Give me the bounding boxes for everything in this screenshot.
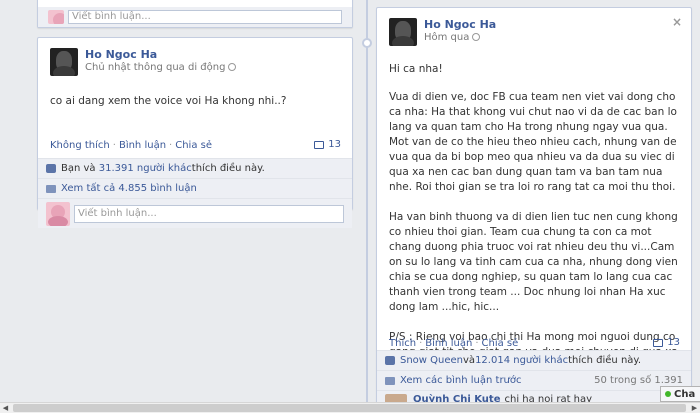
post-meta: Chủ nhật thông qua di động [85, 61, 237, 75]
comment-link[interactable]: Bình luận [425, 338, 472, 349]
view-previous-link[interactable]: Xem các bình luận trước [400, 375, 522, 386]
share-link[interactable]: Chia sẻ [175, 140, 212, 151]
user-avatar [48, 10, 64, 24]
post-paragraph: Ha van binh thuong va di dien lien tuc n… [389, 211, 678, 313]
post-actions: Không thích · Bình luận · Chia sẻ 13 [50, 139, 341, 151]
chat-sidebar-tab[interactable]: Cha [660, 386, 700, 402]
author-avatar[interactable] [389, 18, 417, 46]
globe-icon [228, 63, 237, 71]
scroll-left-icon[interactable]: ◀ [0, 403, 11, 413]
likes-summary: Bạn và 31.391 người khác thích điều này. [38, 158, 352, 178]
comment-composer: Viết bình luận... [38, 198, 352, 228]
likers-link[interactable]: 12.014 người khác [475, 355, 568, 366]
online-status-icon [665, 391, 671, 397]
likers-link[interactable]: 31.391 người khác [99, 163, 192, 174]
view-all-comments[interactable]: Xem tất cả 4.855 bình luận [38, 178, 352, 198]
thumbs-up-icon [46, 164, 56, 173]
author-name[interactable]: Ho Ngoc Ha [85, 48, 236, 61]
globe-icon [472, 33, 481, 41]
share-link[interactable]: Chia sẻ [482, 338, 519, 349]
author-avatar[interactable] [50, 48, 78, 76]
scroll-right-icon[interactable]: ▶ [689, 403, 700, 413]
post-text: co ai dang xem the voice voi Ha khong nh… [50, 95, 287, 107]
post-header: Ho Ngoc Ha Chủ nhật thông qua di động [38, 38, 352, 76]
likes-summary: Snow Queen và 12.014 người khác thích đi… [377, 350, 691, 370]
previous-post-card: Viết bình luận... [37, 0, 353, 28]
view-previous-comments: Xem các bình luận trước 50 trong số 1.39… [377, 370, 691, 390]
close-icon[interactable]: × [672, 15, 682, 29]
previous-post-comment-row: Viết bình luận... [38, 7, 352, 27]
unlike-link[interactable]: Không thích [50, 140, 110, 151]
comment-input[interactable]: Viết bình luận... [74, 204, 344, 223]
comment-bubble-icon [314, 140, 325, 149]
post-meta: Hôm qua [424, 31, 496, 45]
horizontal-scrollbar[interactable]: ◀ ▶ [0, 402, 700, 413]
timeline-spine [366, 0, 368, 413]
comments-icon [385, 376, 395, 385]
liker-name-link[interactable]: Snow Queen [400, 355, 463, 366]
comment-bubble-icon [653, 338, 664, 347]
author-name[interactable]: Ho Ngoc Ha [424, 18, 496, 31]
like-link[interactable]: Thích [389, 338, 416, 349]
comments-icon [46, 184, 56, 193]
timeline-dot [362, 38, 372, 48]
thumbs-up-icon [385, 356, 395, 365]
comment-count[interactable]: 13 [653, 337, 680, 348]
scrollbar-thumb[interactable] [13, 404, 686, 412]
post-paragraph: Hi ca nha! [389, 63, 443, 75]
post-text: Hi ca nha! Vua di dien ve, doc FB cua te… [377, 62, 691, 375]
post-header: Ho Ngoc Ha Hôm qua [377, 8, 691, 46]
comment-pager: 50 trong số 1.391 [594, 375, 683, 386]
post-card-left: Ho Ngoc Ha Chủ nhật thông qua di động co… [37, 37, 353, 228]
comment-link[interactable]: Bình luận [119, 140, 166, 151]
comment-count[interactable]: 13 [314, 139, 341, 150]
post-card-right: × Ho Ngoc Ha Hôm qua Hi ca nha! Vua di d… [376, 7, 692, 413]
user-avatar [46, 201, 70, 226]
post-paragraph: Vua di dien ve, doc FB cua team nen viet… [389, 91, 677, 193]
comment-input[interactable]: Viết bình luận... [68, 10, 342, 24]
